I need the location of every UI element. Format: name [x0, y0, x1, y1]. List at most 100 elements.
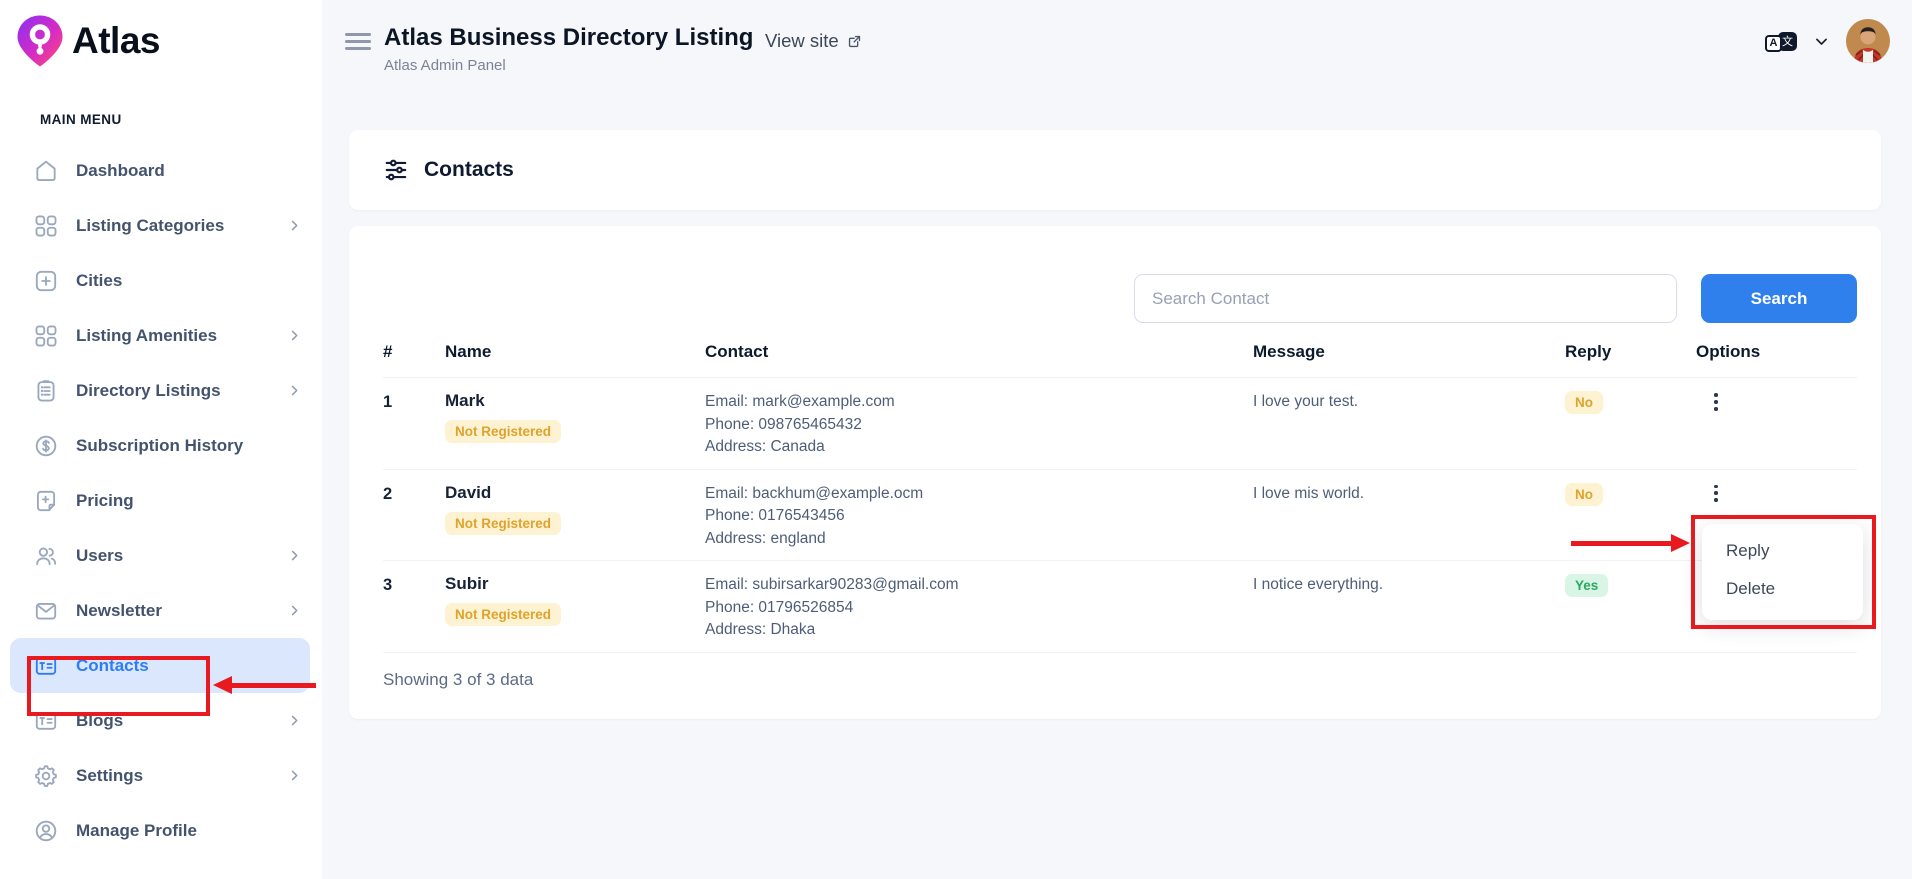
options-cell — [1696, 391, 1857, 414]
contact-name: Subir — [445, 574, 705, 594]
sidebar-item-listing-categories[interactable]: Listing Categories — [0, 198, 322, 253]
sidebar-item-label: Settings — [76, 766, 143, 786]
chevron-down-icon[interactable] — [1813, 33, 1830, 50]
name-cell: Subir Not Registered — [445, 574, 705, 626]
column-header-contact: Contact — [705, 342, 1253, 362]
reply-badge: No — [1565, 391, 1603, 414]
kebab-menu-icon[interactable] — [1706, 391, 1726, 411]
column-header-options: Options — [1696, 342, 1857, 362]
contact-phone: Phone: 01796526854 — [705, 597, 1253, 620]
sidebar-item-label: Directory Listings — [76, 381, 221, 401]
top-bar: Atlas Business Directory Listing Atlas A… — [322, 0, 1912, 82]
sidebar-item-label: Dashboard — [76, 161, 165, 181]
contact-email: Email: subirsarkar90283@gmail.com — [705, 574, 1253, 597]
sidebar-item-newsletter[interactable]: Newsletter — [0, 583, 322, 638]
grid-icon — [33, 323, 59, 349]
chevron-right-icon — [287, 328, 302, 343]
contact-phone: Phone: 0176543456 — [705, 505, 1253, 528]
sidebar-item-label: Manage Profile — [76, 821, 197, 841]
row-number: 2 — [383, 483, 445, 504]
reply-cell: Yes — [1565, 574, 1696, 597]
grid-icon — [33, 213, 59, 239]
sidebar-item-listing-amenities[interactable]: Listing Amenities — [0, 308, 322, 363]
chevron-right-icon — [287, 603, 302, 618]
column-header-message: Message — [1253, 342, 1565, 362]
sidebar-item-contacts[interactable]: Contacts — [10, 638, 310, 693]
reply-badge: Yes — [1565, 574, 1608, 597]
row-number: 3 — [383, 574, 445, 595]
search-button[interactable]: Search — [1701, 274, 1857, 323]
row-number: 1 — [383, 391, 445, 412]
contact-cell: Email: subirsarkar90283@gmail.comPhone: … — [705, 574, 1253, 642]
view-site-link[interactable]: View site — [765, 30, 863, 52]
name-cell: DavidNot Registered — [445, 483, 705, 535]
status-badge: Not Registered — [445, 512, 561, 535]
brand-name: Atlas — [72, 20, 160, 62]
sidebar-item-users[interactable]: Users — [0, 528, 322, 583]
sidebar-item-directory-listings[interactable]: Directory Listings — [0, 363, 322, 418]
column-header-: # — [383, 342, 445, 362]
table-header-row: #NameContactMessageReplyOptions — [383, 342, 1857, 378]
sidebar-item-label: Users — [76, 546, 123, 566]
reply-cell: No — [1565, 483, 1696, 506]
mail-icon — [33, 598, 59, 624]
status-badge: Not Registered — [445, 603, 561, 626]
sidebar-item-dashboard[interactable]: Dashboard — [0, 143, 322, 198]
brand-logo[interactable]: Atlas — [0, 0, 322, 68]
table-row-subir: 3Subir Not Registered Email: subirsarkar90… — [383, 561, 1857, 653]
users-icon — [33, 543, 59, 569]
hamburger-menu-icon[interactable] — [345, 33, 371, 55]
options-cell — [1696, 483, 1857, 506]
sidebar-item-settings[interactable]: Settings — [0, 748, 322, 803]
language-translate-icon[interactable]: A文 — [1765, 31, 1797, 52]
reply-badge: No — [1565, 483, 1603, 506]
contacts-table-card: Search #NameContactMessageReplyOptions 1… — [349, 226, 1881, 719]
sidebar-item-label: Listing Categories — [76, 216, 224, 236]
chevron-right-icon — [287, 218, 302, 233]
dollar-circle-icon — [33, 433, 59, 459]
contact-email: Email: backhum@example.ocm — [705, 483, 1253, 506]
contact-name: Mark — [445, 391, 705, 411]
top-right-cluster: A文 — [1765, 0, 1890, 82]
card-text-icon — [33, 653, 59, 679]
sliders-icon — [383, 157, 409, 183]
contacts-panel-header: Contacts — [349, 130, 1881, 210]
contact-phone: Phone: 098765465432 — [705, 414, 1253, 437]
home-icon — [33, 158, 59, 184]
sidebar-item-subscription-history[interactable]: Subscription History — [0, 418, 322, 473]
plus-square-icon — [33, 268, 59, 294]
name-cell: MarkNot Registered — [445, 391, 705, 443]
sidebar-item-cities[interactable]: Cities — [0, 253, 322, 308]
menu-item-delete[interactable]: Delete — [1726, 579, 1863, 599]
sidebar: Atlas MAIN MENU Dashboard Listing Categor… — [0, 0, 322, 879]
sidebar-item-manage-profile[interactable]: Manage Profile — [0, 803, 322, 858]
map-pin-gradient-icon — [16, 14, 64, 68]
page-title: Atlas Business Directory Listing — [384, 24, 753, 52]
sidebar-section-label: MAIN MENU — [40, 112, 322, 127]
external-link-icon — [846, 33, 863, 50]
user-avatar[interactable] — [1846, 19, 1890, 63]
search-row: Search — [1134, 274, 1857, 323]
user-circle-icon — [33, 818, 59, 844]
title-block: Atlas Business Directory Listing Atlas A… — [384, 24, 753, 74]
kebab-menu-icon[interactable] — [1706, 483, 1726, 503]
message-cell: I love your test. — [1253, 391, 1565, 411]
menu-item-reply[interactable]: Reply — [1726, 541, 1863, 561]
table-body: 1MarkNot RegisteredEmail: mark@example.c… — [383, 378, 1857, 653]
gear-icon — [33, 763, 59, 789]
sidebar-nav: Dashboard Listing Categories Cities Listing… — [0, 143, 322, 858]
sidebar-item-label: Cities — [76, 271, 122, 291]
sidebar-item-blogs[interactable]: Blogs — [0, 693, 322, 748]
contact-email: Email: mark@example.com — [705, 391, 1253, 414]
search-input[interactable] — [1134, 274, 1677, 323]
contact-address: Address: england — [705, 528, 1253, 551]
view-site-label: View site — [765, 30, 839, 52]
sidebar-item-label: Blogs — [76, 711, 123, 731]
sidebar-item-label: Subscription History — [76, 436, 243, 456]
column-header-name: Name — [445, 342, 705, 362]
message-cell: I love mis world. — [1253, 483, 1565, 503]
table-row-david: 2DavidNot RegisteredEmail: backhum@examp… — [383, 470, 1857, 562]
sidebar-item-label: Listing Amenities — [76, 326, 217, 346]
sidebar-item-pricing[interactable]: Pricing — [0, 473, 322, 528]
contact-address: Address: Canada — [705, 436, 1253, 459]
